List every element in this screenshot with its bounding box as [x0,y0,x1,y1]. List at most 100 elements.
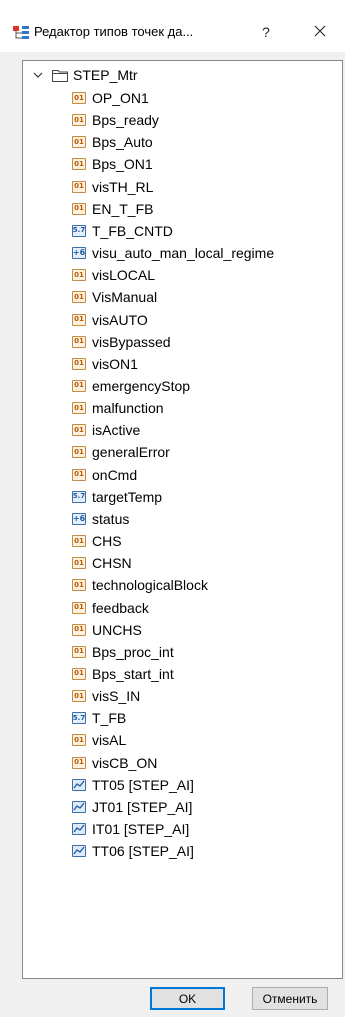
tree-item[interactable]: 01 feedback [72,598,149,618]
tree-item[interactable]: 01 Bps_ON1 [72,154,153,174]
tree-item[interactable]: 01 CHS [72,531,122,551]
tree-item[interactable]: +6 visu_auto_man_local_regime [72,243,274,263]
real-type-icon: 5.7 [72,712,86,725]
type-tree[interactable]: STEP_Mtr 01 OP_ON1 01 Bps_ready 01 Bps_Auto 01… [22,60,343,979]
title-bar: Редактор типов точек да... ? [0,0,345,52]
tree-item-label: feedback [92,599,149,616]
tree-item-label: TT05 [STEP_AI] [92,776,194,793]
real-type-icon: 5.7 [72,490,86,503]
bool-type-icon: 01 [72,269,86,282]
tree-item-label: visCB_ON [92,754,158,771]
tree-item-label: visBypassed [92,333,171,350]
tree-item[interactable]: 01 visAUTO [72,310,148,330]
tree-item-label: Bps_start_int [92,665,174,682]
bool-type-icon: 01 [72,313,86,326]
tree-item[interactable]: 01 generalError [72,442,170,462]
bool-type-icon: 01 [72,335,86,348]
tree-root-label: STEP_Mtr [73,67,138,83]
tree-item[interactable]: 5.7 targetTemp [72,487,162,507]
tree-item-label: JT01 [STEP_AI] [92,798,193,815]
tree-item[interactable]: 01 malfunction [72,398,164,418]
struct-type-icon [72,778,86,791]
tree-item[interactable]: 01 technologicalBlock [72,575,208,595]
tree-item-label: CHSN [92,555,132,572]
tree-item-label: generalError [92,444,170,461]
tree-item-label: visAL [92,732,127,749]
tree-item-label: T_FB_CNTD [92,222,173,239]
tree-item[interactable]: 01 visAL [72,730,126,750]
type-editor-app-icon [13,25,29,41]
tree-item[interactable]: 01 isActive [72,420,140,440]
bool-type-icon: 01 [72,446,86,459]
tree-item-label: VisManual [92,289,158,306]
bool-type-icon: 01 [72,579,86,592]
tree-item-label: targetTemp [92,488,163,505]
tree-item[interactable]: 01 EN_T_FB [72,199,153,219]
tree-item[interactable]: 01 OP_ON1 [72,88,149,108]
tree-item-label: Bps_ON1 [92,156,153,173]
cancel-button[interactable]: Отменить [252,987,328,1010]
bool-type-icon: 01 [72,357,86,370]
tree-item[interactable]: JT01 [STEP_AI] [72,797,192,817]
tree-root-node[interactable]: STEP_Mtr [23,65,138,85]
tree-item-label: visLOCAL [92,267,156,284]
tree-item-label: visTH_RL [92,178,154,195]
tree-item[interactable]: 01 visLOCAL [72,265,155,285]
tree-item[interactable]: 01 emergencyStop [72,376,190,396]
tree-item-label: Bps_ready [92,112,159,129]
int-type-icon: +6 [72,512,86,525]
tree-item[interactable]: 01 visBypassed [72,332,171,352]
tree-item[interactable]: 01 VisManual [72,287,157,307]
tree-item[interactable]: 5.7 T_FB [72,708,126,728]
tree-item[interactable]: TT06 [STEP_AI] [72,841,194,861]
tree-item[interactable]: TT05 [STEP_AI] [72,775,194,795]
bool-type-icon: 01 [72,136,86,149]
tree-item-label: status [92,510,130,527]
bool-type-icon: 01 [72,623,86,636]
bool-type-icon: 01 [72,535,86,547]
bool-type-icon: 01 [72,379,86,392]
bool-type-icon: 01 [72,468,86,481]
bool-type-icon: 01 [72,202,86,215]
tree-item-label: TT06 [STEP_AI] [92,843,194,860]
int-type-icon: +6 [72,247,86,259]
tree-item[interactable]: 01 visCB_ON [72,753,157,773]
tree-item-label: EN_T_FB [92,200,154,217]
tree-item-label: CHS [92,533,122,549]
tree-item-label: Bps_proc_int [92,643,174,660]
struct-type-icon [72,822,86,835]
tree-item[interactable]: 01 onCmd [72,465,137,485]
tree-item[interactable]: 5.7 T_FB_CNTD [72,221,173,241]
tree-item[interactable]: 01 Bps_Auto [72,132,153,152]
close-button[interactable] [300,15,340,49]
bool-type-icon: 01 [72,402,86,415]
bool-type-icon: 01 [72,756,86,769]
tree-item-label: visON1 [92,355,138,372]
tree-item-label: IT01 [STEP_AI] [92,820,190,837]
help-button[interactable]: ? [248,15,284,49]
tree-item[interactable]: 01 Bps_proc_int [72,642,174,662]
bool-type-icon: 01 [72,114,86,127]
tree-item-label: visS_IN [92,688,141,704]
tree-item[interactable]: +6 status [72,509,129,529]
tree-item-label: Bps_Auto [92,134,153,151]
tree-item[interactable]: 01 Bps_start_int [72,664,174,684]
tree-item[interactable]: 01 visTH_RL [72,177,153,197]
tree-item[interactable]: 01 visS_IN [72,686,140,706]
window-title: Редактор типов точек да... [34,24,194,39]
tree-item[interactable]: 01 visON1 [72,354,138,374]
ok-button[interactable]: OK [150,987,225,1010]
bool-type-icon: 01 [72,645,86,658]
folder-icon [52,68,68,82]
tree-item[interactable]: 01 CHSN [72,553,132,573]
tree-item-label: T_FB [92,710,127,727]
bool-type-icon: 01 [72,424,86,437]
tree-item-label: visu_auto_man_local_regime [92,245,275,261]
tree-item[interactable]: 01 Bps_ready [72,110,159,130]
tree-item-label: onCmd [92,466,138,483]
bool-type-icon: 01 [72,158,86,171]
chevron-down-icon[interactable] [31,68,45,82]
real-type-icon: 5.7 [72,224,86,237]
tree-item[interactable]: IT01 [STEP_AI] [72,819,189,839]
tree-item[interactable]: 01 UNCHS [72,620,142,640]
